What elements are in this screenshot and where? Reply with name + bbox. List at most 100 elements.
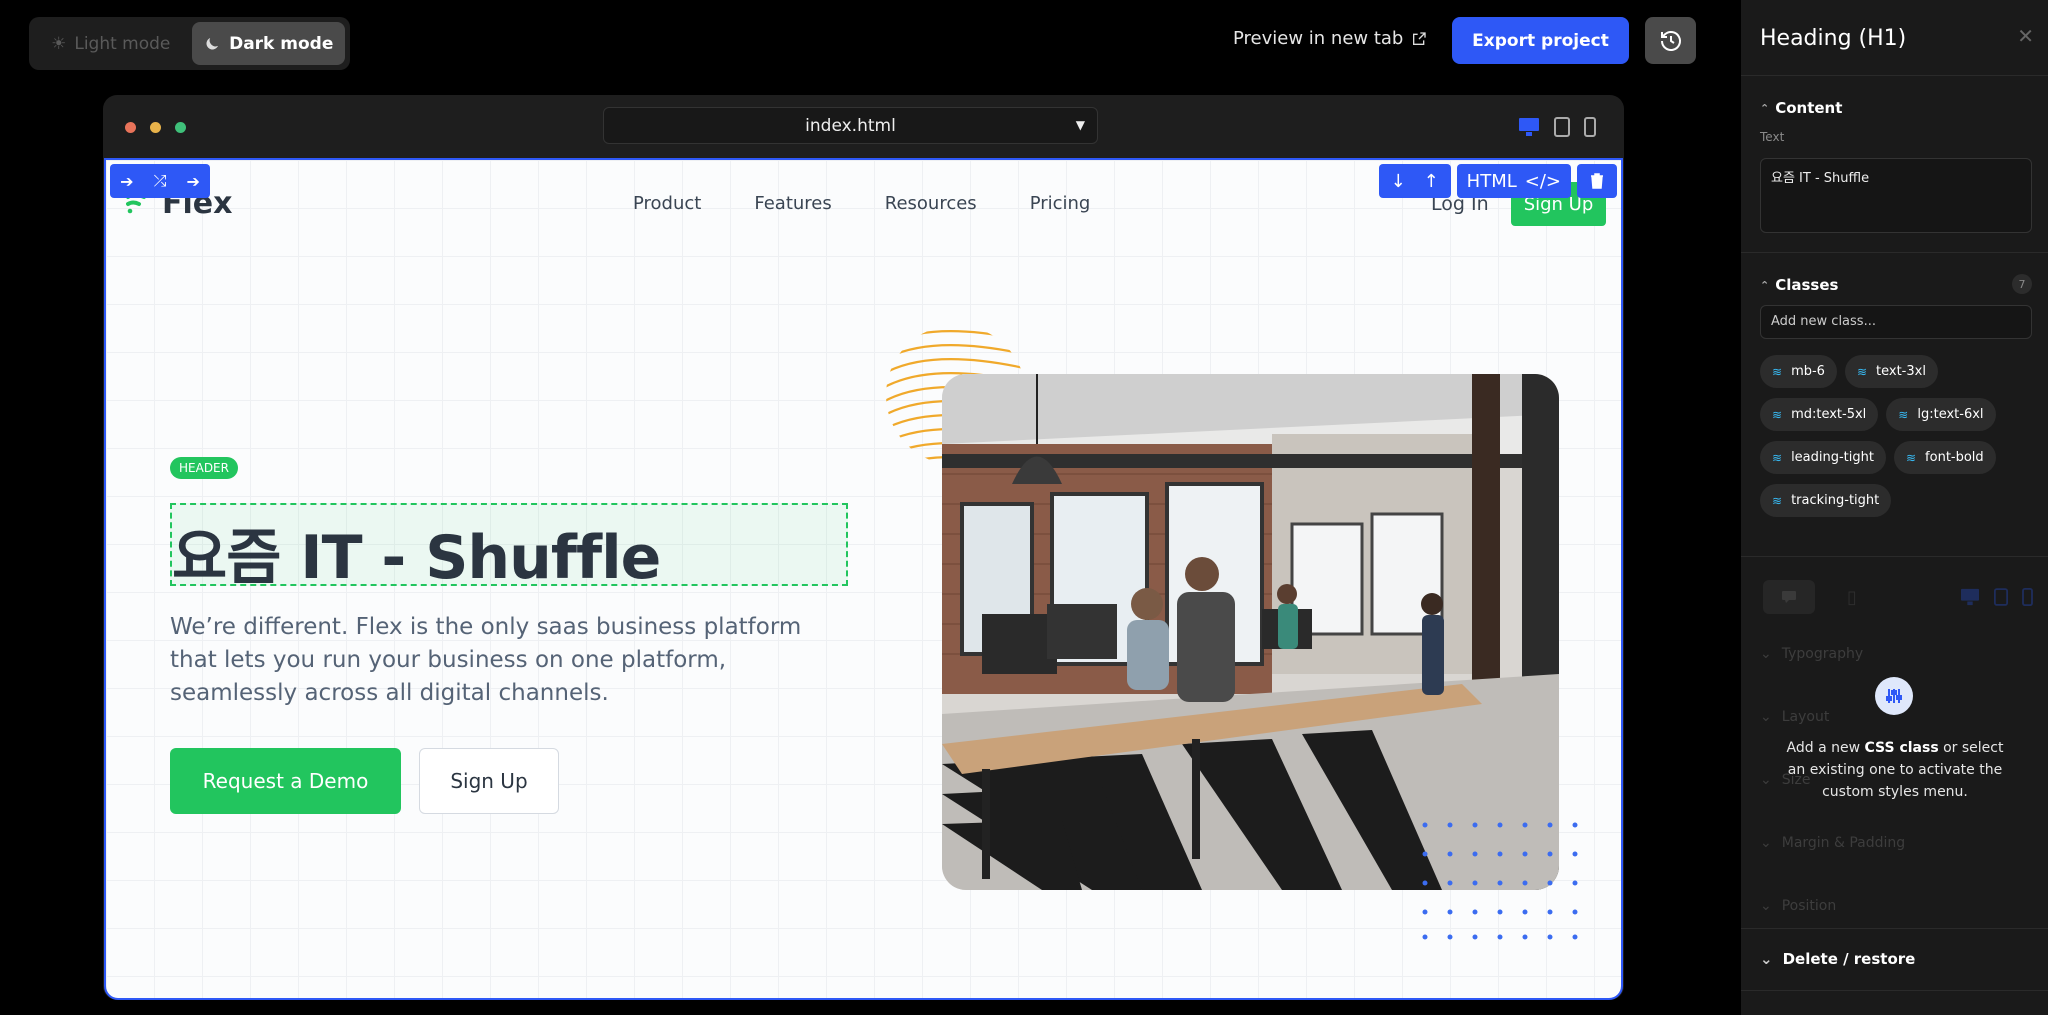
class-chip-label: tracking-tight: [1791, 493, 1880, 508]
state-toggles: ▯: [1763, 580, 2033, 614]
class-chip-label: lg:text-6xl: [1917, 407, 1984, 422]
preview-in-new-tab-link[interactable]: Preview in new tab: [1233, 28, 1427, 49]
selected-heading[interactable]: 요즘 IT - Shuffle: [170, 503, 848, 593]
class-chips: ≋ mb-6 ≋ text-3xl ≋ md:text-5xl ≋ lg:text-6x…: [1760, 355, 2040, 517]
section-badge: HEADER: [170, 457, 238, 479]
tailwind-icon: ≋: [1772, 493, 1783, 508]
chevron-down-icon: ⌄: [1760, 898, 1772, 914]
class-chip[interactable]: ≋ leading-tight: [1760, 441, 1886, 474]
site-nav: Product Features Resources Pricing: [633, 193, 1090, 214]
export-project-button[interactable]: Export project: [1452, 17, 1629, 64]
desktop-icon: [1961, 588, 1979, 606]
delete-button[interactable]: [1577, 164, 1617, 198]
close-icon[interactable]: ✕: [2017, 24, 2034, 48]
dark-mode-button[interactable]: Dark mode: [191, 22, 345, 65]
signup-button-hero[interactable]: Sign Up: [419, 748, 559, 814]
hint-bold: CSS class: [1864, 740, 1939, 756]
request-demo-button[interactable]: Request a Demo: [170, 748, 401, 814]
html-label: HTML: [1466, 170, 1517, 192]
block-tools: ➔ ⤮ ➔: [110, 164, 210, 198]
hero-office-image: [942, 374, 1559, 890]
desktop-icon[interactable]: [1518, 117, 1540, 137]
text-label: Text: [1760, 130, 1785, 144]
section-label: Position: [1781, 898, 1837, 914]
tailwind-icon: ≋: [1898, 407, 1909, 422]
classes-label: Classes: [1775, 276, 1839, 294]
margin-padding-section: ⌄ Margin & Padding: [1760, 835, 1905, 851]
chevron-down-icon: ⌄: [1760, 950, 1773, 968]
class-chip[interactable]: ≋ md:text-5xl: [1760, 398, 1879, 431]
section-label: Typography: [1781, 646, 1864, 662]
custom-styles-hint: Add a new CSS class or select an existin…: [1781, 737, 2009, 803]
section-label: Layout: [1781, 709, 1830, 725]
tablet-icon[interactable]: [1554, 117, 1570, 137]
chevron-down-icon: ⌄: [1760, 772, 1772, 788]
divider: [1741, 990, 2048, 991]
window-dots: [125, 122, 186, 133]
class-chip-label: font-bold: [1925, 450, 1984, 465]
light-mode-label: Light mode: [74, 33, 171, 54]
device-switcher: [1518, 117, 1596, 137]
class-chip-label: mb-6: [1791, 364, 1825, 379]
editor-app: ☀ Light mode Dark mode Preview in new ta…: [0, 0, 2048, 1015]
classes-section-toggle[interactable]: ⌃ Classes: [1760, 276, 1838, 294]
position-section: ⌄ Position: [1760, 898, 1836, 914]
chevron-up-icon: ⌃: [1760, 101, 1770, 115]
add-class-input[interactable]: Add new class...: [1760, 305, 2032, 339]
class-chip[interactable]: ≋ tracking-tight: [1760, 484, 1892, 517]
panel-title: Heading (H1): [1760, 26, 1907, 51]
arrow-down-icon[interactable]: ↓: [1391, 171, 1406, 192]
arrow-left-circle-icon[interactable]: ➔: [120, 172, 133, 191]
nav-resources[interactable]: Resources: [885, 193, 977, 214]
tailwind-icon: ≋: [1772, 364, 1783, 379]
mode-switch: ☀ Light mode Dark mode: [29, 17, 350, 70]
content-section-toggle[interactable]: ⌃ Content: [1760, 99, 1842, 117]
mobile-state-icon: ▯: [1847, 586, 1857, 608]
preview-label: Preview in new tab: [1233, 28, 1404, 49]
tailwind-icon: ≋: [1772, 450, 1783, 465]
external-link-icon: [1413, 31, 1427, 45]
class-chip[interactable]: ≋ lg:text-6xl: [1886, 398, 1996, 431]
history-icon: [1660, 30, 1681, 51]
sliders-icon: [1875, 677, 1913, 715]
section-label: Margin & Padding: [1781, 835, 1906, 851]
dot-yellow: [150, 122, 161, 133]
hint-pre: Add a new: [1786, 740, 1861, 756]
typography-section: ⌄ Typography: [1760, 646, 1863, 662]
custom-styles-disabled: ▯ ⌄ Typography ⌄ Layout ⌄ Size ⌄ Margin & Pa…: [1741, 556, 2048, 928]
history-button[interactable]: [1645, 17, 1696, 64]
settings-panel: Heading (H1) ✕ ⌃ Content Text 요즘 IT - Sh…: [1741, 0, 2048, 1015]
layout-section: ⌄ Layout: [1760, 709, 1829, 725]
arrow-right-circle-icon[interactable]: ➔: [187, 172, 200, 191]
divider: [1741, 928, 2048, 929]
trash-icon: [1591, 173, 1603, 189]
code-icon: </>: [1524, 170, 1561, 192]
browser-frame: index.html ▼ Flex Product Features Resou…: [103, 95, 1624, 1000]
arrow-up-icon[interactable]: ↑: [1424, 171, 1439, 192]
mobile-icon[interactable]: [1584, 117, 1596, 137]
classes-count-badge: 7: [2012, 274, 2032, 294]
hero-heading[interactable]: 요즘 IT - Shuffle: [172, 509, 661, 596]
nav-product[interactable]: Product: [633, 193, 701, 214]
moon-icon: [206, 37, 219, 50]
class-chip[interactable]: ≋ mb-6: [1760, 355, 1837, 388]
hero-lead: We’re different. Flex is the only saas b…: [170, 614, 802, 706]
heading-text-input[interactable]: 요즘 IT - Shuffle: [1760, 158, 2032, 233]
page-select-value: index.html: [805, 115, 896, 136]
shuffle-icon[interactable]: ⤮: [154, 171, 167, 191]
page-select[interactable]: index.html ▼: [603, 107, 1098, 144]
tailwind-icon: ≋: [1772, 407, 1783, 422]
class-chip[interactable]: ≋ text-3xl: [1844, 355, 1938, 388]
delete-restore-toggle[interactable]: ⌄ Delete / restore: [1760, 950, 1915, 968]
light-mode-button[interactable]: ☀ Light mode: [34, 22, 188, 65]
tablet-icon: [1994, 588, 2008, 606]
dot-red: [125, 122, 136, 133]
dot-grid-decoration: [1422, 822, 1578, 940]
nav-features[interactable]: Features: [754, 193, 831, 214]
nav-pricing[interactable]: Pricing: [1030, 193, 1091, 214]
html-button[interactable]: HTML </>: [1456, 164, 1571, 198]
class-chip[interactable]: ≋ font-bold: [1893, 441, 1996, 474]
content-label: Content: [1775, 99, 1843, 117]
chat-icon: [1763, 580, 1815, 614]
page-canvas[interactable]: Flex Product Features Resources Pricing …: [104, 158, 1623, 1000]
